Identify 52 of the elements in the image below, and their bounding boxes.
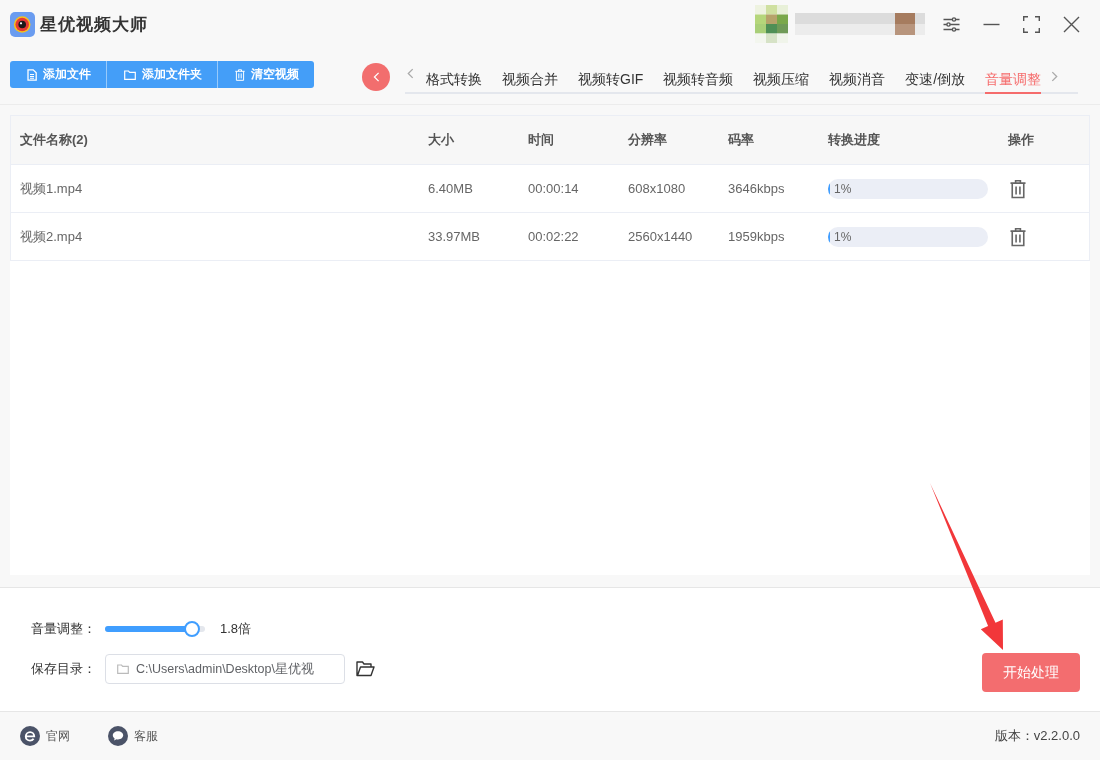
website-link[interactable]: 官网 (20, 726, 70, 746)
app-title: 星优视频大师 (40, 13, 148, 36)
previous-button[interactable] (362, 63, 390, 91)
tab[interactable]: 视频转音频 (663, 63, 734, 94)
version-label: 版本：v2.2.0.0 (994, 727, 1080, 745)
chevron-left-icon (372, 72, 380, 82)
tab[interactable]: 变速/倒放 (905, 63, 966, 94)
column-header: 操作 (1007, 131, 1034, 149)
tab[interactable]: 格式转换 (426, 63, 482, 94)
avatar-placeholder (755, 5, 788, 43)
tab[interactable]: 视频压缩 (753, 63, 810, 94)
file-icon (27, 68, 37, 81)
table-cell-text: 608x1080 (627, 181, 686, 196)
column-header: 时间 (527, 131, 554, 149)
progress-percent: 1% (833, 229, 852, 244)
column-header: 文件名称(2) (19, 131, 88, 149)
chat-bubble-icon (108, 726, 128, 746)
trash-icon[interactable] (1010, 226, 1026, 247)
folder-icon (117, 664, 129, 674)
table-cell-text: 00:00:14 (527, 181, 579, 196)
table-cell-text: 视频1.mp4 (19, 179, 83, 198)
table-cell-text: 2560x1440 (627, 229, 693, 244)
volume-reading: 1.8倍 (220, 620, 252, 638)
volume-slider-track[interactable] (105, 621, 205, 637)
close-icon[interactable] (1063, 15, 1080, 33)
column-header: 大小 (427, 131, 454, 149)
table-cell-text: 视频2.mp4 (19, 227, 83, 246)
table-cell-text: 33.97MB (427, 229, 481, 244)
table-cell-text: 1959kbps (727, 229, 785, 244)
volume-slider-thumb[interactable] (184, 621, 200, 637)
table-cell-text: 00:02:22 (527, 229, 579, 244)
tab[interactable]: 视频转GIF (578, 63, 644, 94)
e-circle-icon (20, 726, 40, 746)
open-folder-icon[interactable] (356, 661, 375, 677)
column-header: 码率 (727, 131, 754, 149)
column-header: 转换进度 (827, 131, 880, 149)
trash-icon (235, 68, 245, 81)
table-cell-text: 3646kbps (727, 181, 785, 196)
volume-label: 音量调整： (31, 620, 97, 638)
folder-icon (124, 69, 136, 80)
table-cell-text: 6.40MB (427, 181, 473, 196)
tab[interactable]: 视频合并 (502, 63, 558, 94)
tab[interactable]: 视频消音 (829, 63, 886, 94)
support-link[interactable]: 客服 (108, 726, 158, 746)
maximize-icon[interactable] (1023, 15, 1040, 33)
app-logo-icon (10, 11, 35, 37)
progress-percent: 1% (833, 181, 852, 196)
output-folder-label: 保存目录： (31, 660, 97, 678)
trash-icon[interactable] (1010, 178, 1026, 199)
settings-icon[interactable] (943, 15, 960, 33)
column-header: 分辨率 (627, 131, 667, 149)
output-path-field[interactable]: C:\Users\admin\Desktop\星优视 (105, 654, 345, 684)
